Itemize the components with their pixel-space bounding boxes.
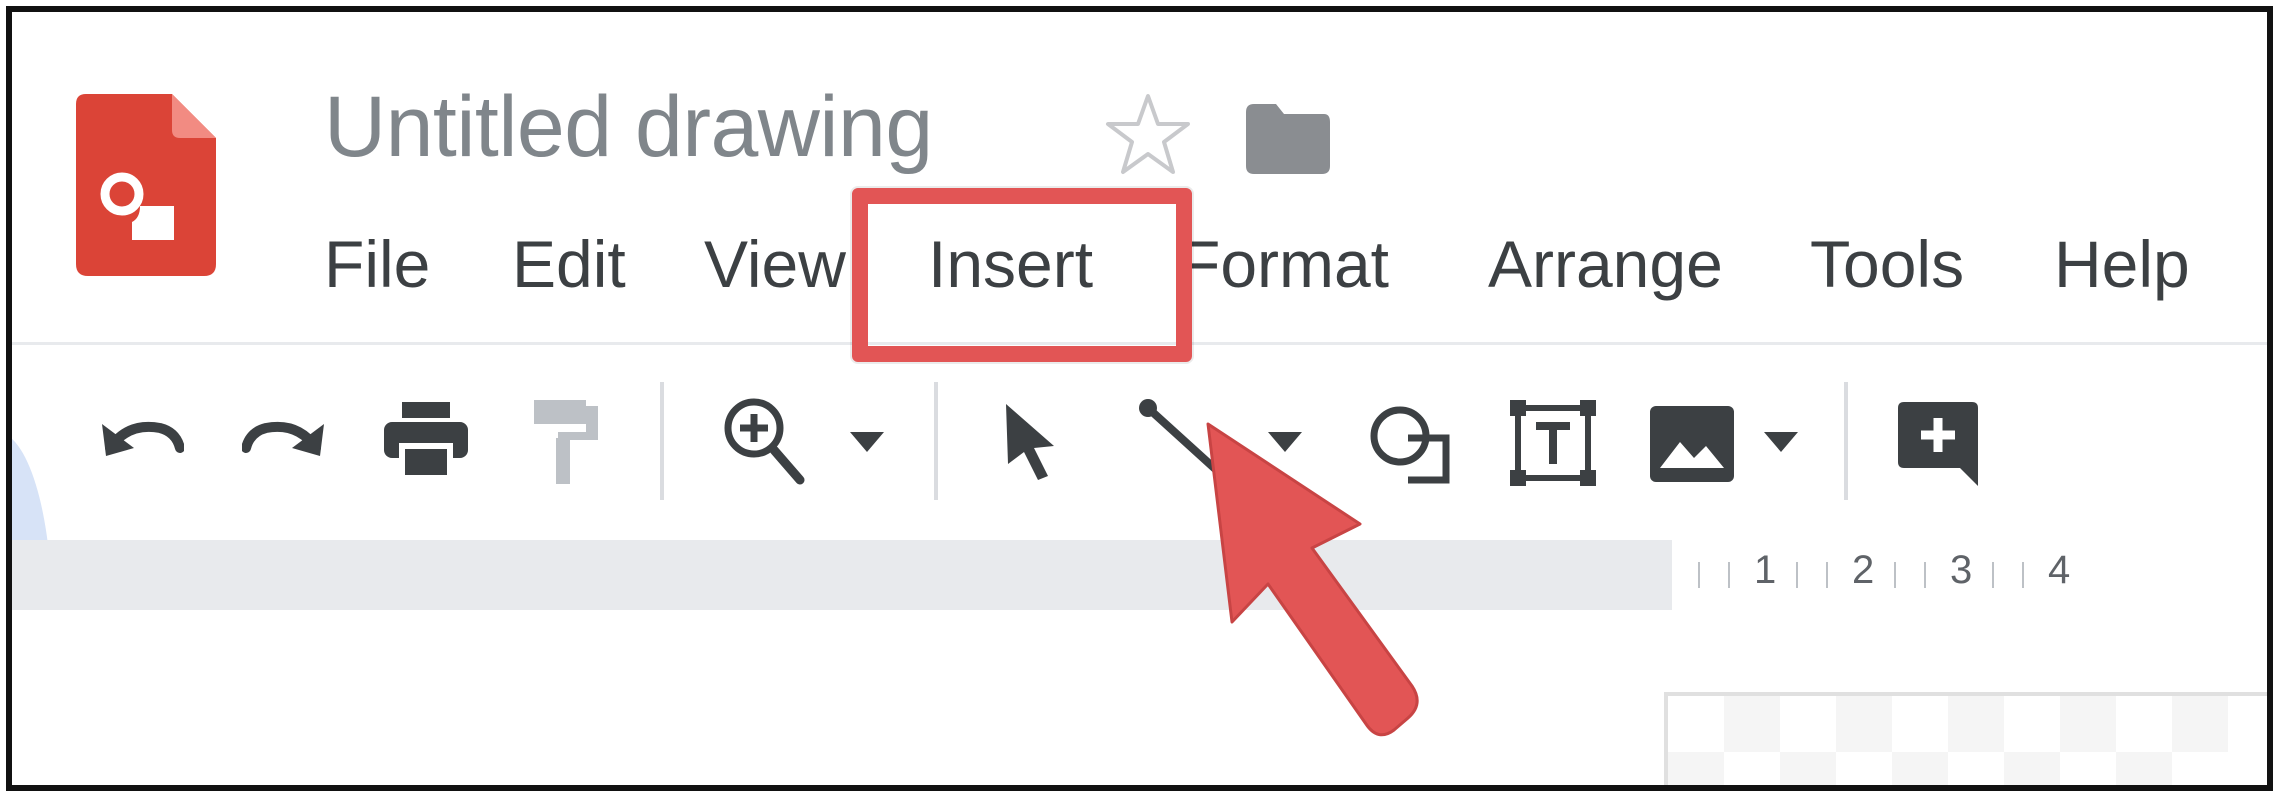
canvas-checker — [1892, 752, 1948, 785]
menu-tools[interactable]: Tools — [1810, 226, 1964, 302]
ruler-tick — [1826, 562, 1828, 588]
ruler-tick — [1924, 562, 1926, 588]
ruler-tick — [1796, 562, 1798, 588]
menu-arrange[interactable]: Arrange — [1488, 226, 1723, 302]
canvas-checker — [1724, 696, 1780, 752]
ruler-number: 3 — [1950, 548, 1973, 592]
canvas-checker — [2060, 696, 2116, 752]
canvas-checker — [2172, 696, 2228, 752]
ruler-tick — [1894, 562, 1896, 588]
undo-icon[interactable] — [98, 408, 184, 468]
image-dropdown-icon[interactable] — [1764, 432, 1798, 452]
document-title[interactable]: Untitled drawing — [324, 78, 933, 177]
canvas-checker — [1948, 696, 2004, 752]
toolbar — [12, 372, 2267, 512]
ruler-number: 1 — [1754, 548, 1777, 592]
comment-icon[interactable] — [1898, 402, 1978, 486]
menu-format[interactable]: Format — [1180, 226, 1389, 302]
toolbar-separator — [1844, 382, 1848, 500]
zoom-icon[interactable] — [720, 394, 806, 488]
zoom-dropdown-icon[interactable] — [850, 432, 884, 452]
select-icon[interactable] — [1002, 402, 1062, 482]
canvas-checker — [1668, 752, 1724, 785]
star-icon[interactable] — [1104, 90, 1192, 178]
canvas-checker — [1836, 696, 1892, 752]
menu-edit[interactable]: Edit — [512, 226, 626, 302]
screenshot-frame: Untitled drawing File Edit View Insert F… — [6, 6, 2273, 791]
ruler: 1 2 3 4 — [1672, 540, 2267, 610]
ruler-tick — [2022, 562, 2024, 588]
ruler-number: 4 — [2048, 548, 2071, 592]
text-box-icon[interactable] — [1508, 398, 1598, 488]
toolbar-separator — [934, 382, 938, 500]
drawing-page[interactable] — [1664, 692, 2267, 785]
menu-view[interactable]: View — [704, 226, 846, 302]
folder-icon[interactable] — [1246, 104, 1330, 174]
paint-format-icon[interactable] — [534, 400, 600, 484]
menu-file[interactable]: File — [324, 226, 430, 302]
canvas-checker — [1780, 752, 1836, 785]
google-drawings-logo-icon[interactable] — [76, 94, 216, 276]
insert-highlight-box — [852, 188, 1192, 362]
canvas-checker — [2004, 752, 2060, 785]
print-icon[interactable] — [384, 402, 468, 478]
ruler-tick — [1698, 562, 1700, 588]
menu-help[interactable]: Help — [2054, 226, 2190, 302]
ruler-number: 2 — [1852, 548, 1875, 592]
ruler-tick — [1728, 562, 1730, 588]
toolbar-separator — [660, 382, 664, 500]
image-icon[interactable] — [1650, 406, 1734, 482]
canvas-checker — [2116, 752, 2172, 785]
ruler-tick — [1992, 562, 1994, 588]
redo-icon[interactable] — [242, 408, 328, 468]
red-pointer-arrow — [1206, 422, 1419, 737]
